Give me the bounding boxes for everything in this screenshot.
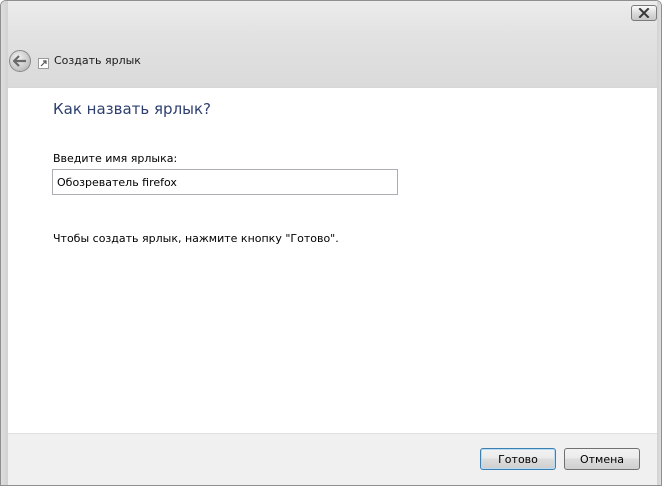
close-button[interactable] (631, 5, 657, 21)
shortcut-icon (37, 57, 49, 69)
main-instruction: Как назвать ярлык? (53, 100, 212, 118)
create-shortcut-dialog: Создать ярлык Как назвать ярлык? Введите… (0, 0, 662, 486)
wizard-header: Создать ярлык (1, 29, 661, 87)
shortcut-name-input[interactable] (52, 169, 398, 195)
wizard-content: Как назвать ярлык? Введите имя ярлыка: Ч… (8, 87, 657, 433)
finish-hint-text: Чтобы создать ярлык, нажмите кнопку "Гот… (53, 232, 339, 245)
back-button[interactable] (9, 50, 31, 72)
wizard-footer: Готово Отмена (8, 433, 657, 485)
wizard-title: Создать ярлык (54, 54, 141, 67)
finish-button[interactable]: Готово (480, 448, 556, 470)
shortcut-name-label: Введите имя ярлыка: (53, 152, 178, 165)
back-arrow-icon (13, 55, 26, 67)
close-icon (638, 8, 650, 18)
cancel-button[interactable]: Отмена (564, 448, 640, 470)
